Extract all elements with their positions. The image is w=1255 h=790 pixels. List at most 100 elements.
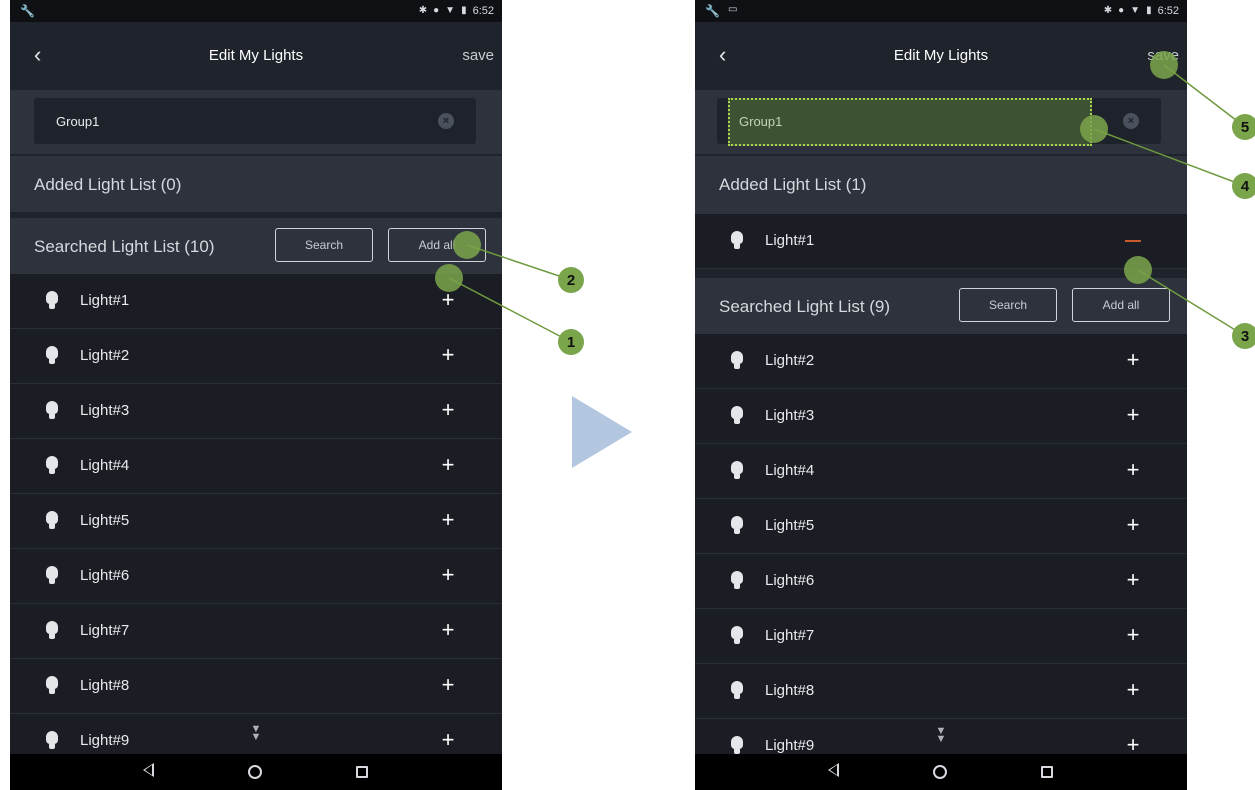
light-name-label: Light#7	[765, 627, 815, 644]
add-light-button[interactable]: +	[1123, 347, 1143, 373]
scroll-down-icon: ▼ ▼	[935, 725, 947, 745]
bluetooth-icon: ✱	[1103, 5, 1113, 16]
callout-number-1: 1	[567, 334, 575, 351]
search-button[interactable]: Search	[275, 228, 373, 262]
wifi-icon: ▼	[1130, 5, 1141, 16]
callout-number-5: 5	[1241, 119, 1249, 136]
add-all-button[interactable]: Add all	[388, 228, 486, 262]
searched-light-list-header: Searched Light List (9) Search Add all	[695, 278, 1187, 334]
light-name-label: Light#1	[80, 292, 130, 309]
light-bulb-icon	[46, 346, 58, 366]
light-bulb-icon	[46, 566, 58, 586]
search-button[interactable]: Search	[959, 288, 1057, 322]
add-light-button[interactable]: +	[438, 727, 458, 753]
do-not-disturb-icon: ●	[433, 5, 440, 16]
light-name-label: Light#5	[765, 517, 815, 534]
light-bulb-icon	[731, 351, 743, 371]
save-button[interactable]: save	[462, 47, 494, 64]
light-name-label: Light#4	[765, 462, 815, 479]
added-light-list-header: Added Light List (0)	[10, 156, 502, 212]
light-list-item: Light#3 +	[10, 384, 502, 439]
wrench-icon: 🔧	[705, 4, 720, 18]
status-bar: 🔧 ✱ ● ▼ ▮ 6:52	[10, 0, 502, 22]
remove-light-button[interactable]	[1125, 240, 1141, 242]
light-bulb-icon	[731, 626, 743, 646]
light-list-item: Light#4 +	[10, 439, 502, 494]
searched-light-list: Light#1 + Light#2 + Light#3 + Light#4 + Light#5 +…	[10, 274, 502, 769]
android-nav-bar	[10, 754, 502, 790]
wrench-icon: 🔧	[20, 4, 35, 18]
callout-badge-2	[558, 267, 584, 293]
light-name-label: Light#6	[765, 572, 815, 589]
group-name-field-container: ×	[717, 98, 1161, 144]
light-name-label: Light#9	[80, 732, 130, 749]
add-light-button[interactable]: +	[438, 617, 458, 643]
add-light-button[interactable]: +	[1123, 512, 1143, 538]
light-name-label: Light#8	[765, 682, 815, 699]
searched-light-list: Light#2 + Light#3 + Light#4 + Light#5 + Light#6 +…	[695, 334, 1187, 774]
nav-home-icon[interactable]	[933, 765, 947, 779]
add-light-button[interactable]: +	[1123, 567, 1143, 593]
add-light-button[interactable]: +	[1123, 402, 1143, 428]
light-name-label: Light#5	[80, 512, 130, 529]
light-bulb-icon	[731, 681, 743, 701]
light-list-item: Light#5 +	[10, 494, 502, 549]
light-name-label: Light#2	[80, 347, 130, 364]
clear-icon[interactable]: ×	[1123, 113, 1139, 129]
status-bar: 🔧 ▭ ✱ ● ▼ ▮ 6:52	[695, 0, 1187, 22]
light-bulb-icon	[46, 291, 58, 311]
add-light-button[interactable]: +	[438, 452, 458, 478]
bluetooth-icon: ✱	[418, 5, 428, 16]
add-light-button[interactable]: +	[438, 397, 458, 423]
add-light-button[interactable]: +	[438, 342, 458, 368]
wifi-icon: ▼	[445, 5, 456, 16]
light-list-item: Light#8 +	[695, 664, 1187, 719]
nav-recents-icon[interactable]	[356, 766, 368, 778]
status-time: 6:52	[1157, 5, 1179, 17]
nav-back-icon[interactable]	[828, 763, 839, 777]
searched-light-list-label: Searched Light List (10)	[34, 237, 215, 256]
nav-home-icon[interactable]	[248, 765, 262, 779]
light-name-label: Light#3	[80, 402, 130, 419]
save-button[interactable]: save	[1147, 47, 1179, 64]
light-bulb-icon	[731, 406, 743, 426]
group-name-input[interactable]	[34, 98, 434, 144]
add-light-button[interactable]: +	[438, 507, 458, 533]
add-light-button[interactable]: +	[438, 287, 458, 313]
group-name-section: ×	[10, 90, 502, 154]
light-bulb-icon	[731, 516, 743, 536]
phone-screen-after: 🔧 ▭ ✱ ● ▼ ▮ 6:52 ‹ Edit My Lights save ×…	[695, 0, 1187, 790]
light-list-item: Light#6 +	[695, 554, 1187, 609]
added-light-list: Light#1	[695, 214, 1187, 269]
light-list-item: Light#4 +	[695, 444, 1187, 499]
group-name-input[interactable]	[717, 98, 1117, 144]
add-light-button[interactable]: +	[438, 672, 458, 698]
light-name-label: Light#2	[765, 352, 815, 369]
add-all-button[interactable]: Add all	[1072, 288, 1170, 322]
callout-number-2: 2	[567, 272, 575, 289]
add-light-button[interactable]: +	[1123, 457, 1143, 483]
scroll-down-icon: ▼ ▼	[250, 723, 262, 743]
nav-back-icon[interactable]	[143, 763, 154, 777]
add-light-button[interactable]: +	[1123, 622, 1143, 648]
light-bulb-icon	[46, 676, 58, 696]
add-light-button[interactable]: +	[438, 562, 458, 588]
group-name-field-container: ×	[34, 98, 476, 144]
battery-icon: ▮	[1146, 5, 1152, 16]
phone-screen-before: 🔧 ✱ ● ▼ ▮ 6:52 ‹ Edit My Lights save × A…	[10, 0, 502, 790]
add-light-button[interactable]: +	[1123, 677, 1143, 703]
light-name-label: Light#3	[765, 407, 815, 424]
nav-recents-icon[interactable]	[1041, 766, 1053, 778]
group-name-section: ×	[695, 90, 1187, 154]
light-bulb-icon	[46, 511, 58, 531]
light-list-item: Light#7 +	[10, 604, 502, 659]
light-list-item: Light#2 +	[10, 329, 502, 384]
battery-icon: ▮	[461, 5, 467, 16]
callout-badge-5	[1232, 114, 1255, 140]
clear-icon[interactable]: ×	[438, 113, 454, 129]
light-name-label: Light#4	[80, 457, 130, 474]
light-bulb-icon	[731, 736, 743, 756]
added-light-list-header: Added Light List (1)	[695, 156, 1187, 214]
callout-badge-3	[1232, 323, 1255, 349]
light-list-item: Light#8 +	[10, 659, 502, 714]
